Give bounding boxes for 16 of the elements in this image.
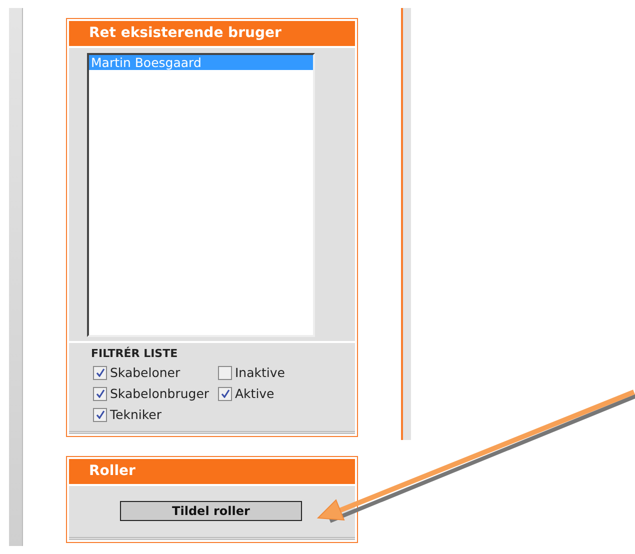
user-list-item[interactable]: Martin Boesgaard bbox=[89, 55, 313, 70]
checkbox-label: Skabelonbruger bbox=[110, 386, 210, 401]
panel-title: Ret eksisterende bruger bbox=[69, 21, 355, 48]
panel-title: Roller bbox=[69, 459, 355, 486]
assign-roles-button[interactable]: Tildel roller bbox=[120, 501, 302, 521]
checkbox[interactable] bbox=[93, 366, 107, 380]
checkbox[interactable] bbox=[218, 366, 232, 380]
checkbox-label: Tekniker bbox=[110, 407, 162, 422]
checkbox[interactable] bbox=[93, 386, 107, 400]
filter-heading: FILTRÉR LISTE bbox=[91, 347, 179, 360]
checkbox-label: Skabeloner bbox=[110, 365, 180, 380]
checkbox-label: Inaktive bbox=[235, 365, 285, 380]
user-list[interactable]: Martin Boesgaard bbox=[87, 53, 315, 337]
checkbox[interactable] bbox=[93, 408, 107, 422]
checkbox-label: Aktive bbox=[235, 386, 274, 401]
checkbox[interactable] bbox=[218, 386, 232, 400]
